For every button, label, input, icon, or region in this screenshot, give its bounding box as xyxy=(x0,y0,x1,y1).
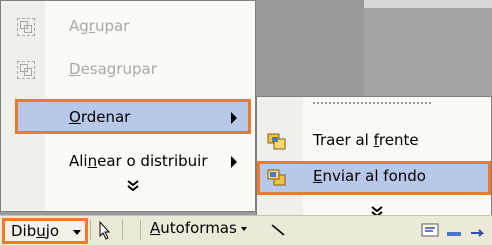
text-box-tool-button[interactable] xyxy=(420,221,440,239)
menu-expand-button[interactable] xyxy=(121,177,145,197)
chevron-down-icon xyxy=(126,179,140,193)
dropdown-arrow-icon xyxy=(240,227,247,231)
menu-item-highlight xyxy=(15,99,251,134)
group-icon xyxy=(17,18,35,36)
drawing-toolbar: Dibujo Autoformas xyxy=(0,215,492,245)
color-tool-button[interactable] xyxy=(444,221,464,239)
autoformas-label: Autoformas xyxy=(150,219,237,237)
dibujo-menu-button[interactable]: Dibujo xyxy=(2,218,88,244)
bring-to-front-icon xyxy=(267,133,287,151)
menu-item-label: Agrupar xyxy=(69,17,130,35)
text-box-icon xyxy=(421,223,439,237)
arrow-tool-button[interactable] xyxy=(468,221,488,239)
dropdown-arrow-icon xyxy=(73,230,81,235)
menu-item-label: Enviar al fondo xyxy=(313,167,426,185)
menu-item-label: Ordenar xyxy=(69,108,131,126)
menu-item-label: Desagrupar xyxy=(69,60,157,78)
autoformas-button[interactable]: Autoformas xyxy=(150,219,247,237)
menu-item-traer-al-frente[interactable]: Traer al frente xyxy=(257,125,491,157)
menu-item-ordenar[interactable]: Ordenar xyxy=(1,99,255,134)
line-tool-button[interactable] xyxy=(268,221,288,239)
submenu-drag-handle[interactable] xyxy=(313,102,433,104)
select-objects-button[interactable] xyxy=(94,219,116,241)
toolbar-separator xyxy=(140,220,141,240)
ordenar-submenu: Traer al frente Enviar al fondo xyxy=(256,96,492,233)
menu-item-agrupar[interactable]: Agrupar xyxy=(1,11,255,43)
color-icon xyxy=(447,232,461,236)
line-icon xyxy=(271,224,285,236)
menu-item-desagrupar[interactable]: Desagrupar xyxy=(1,54,255,86)
menu-item-alinear-distribuir[interactable]: Alinear o distribuir xyxy=(1,146,255,178)
ungroup-icon xyxy=(17,61,35,79)
menu-item-label: Traer al frente xyxy=(313,131,419,149)
dibujo-label: Dibujo xyxy=(11,222,60,240)
toolbar-separator xyxy=(122,220,123,240)
dibujo-menu: Agrupar Desagrupar Ordenar Alinear o dis… xyxy=(0,0,256,212)
arrow-icon xyxy=(471,229,485,237)
menu-item-label: Alinear o distribuir xyxy=(69,152,208,170)
pointer-arrow-icon xyxy=(99,220,111,240)
toolbar-separator xyxy=(90,220,91,240)
menu-item-enviar-al-fondo[interactable]: Enviar al fondo xyxy=(257,161,491,195)
send-to-back-icon xyxy=(267,169,287,187)
submenu-arrow-icon xyxy=(231,156,237,168)
submenu-arrow-icon xyxy=(231,112,237,124)
workspace-edge xyxy=(364,0,492,8)
